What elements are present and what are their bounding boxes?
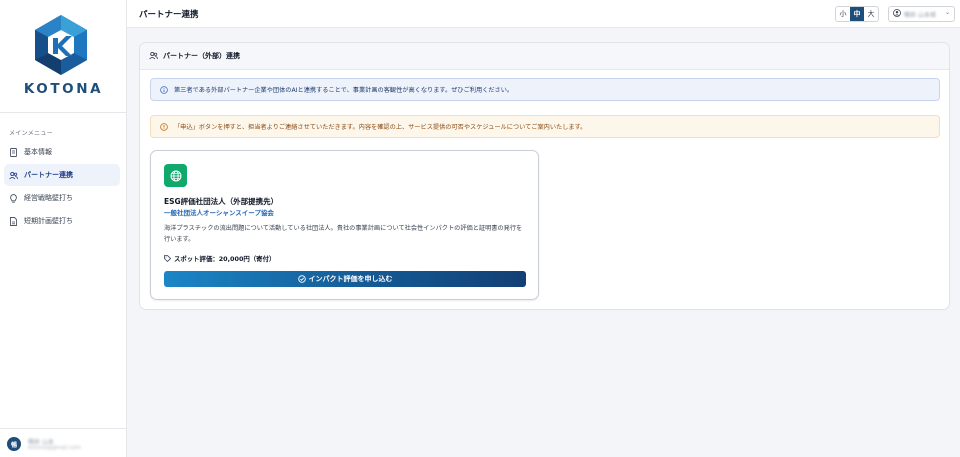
info-icon [160,85,168,94]
globe-icon [164,164,187,187]
user-email: kotona@gmail.com [28,445,82,451]
card-organization: 一般社団法人オーシャンスイープ協会 [164,209,274,217]
sidebar-item-label: 短期計画壁打ち [24,217,73,225]
warning-icon [160,122,168,131]
font-size-toggle: 小 中 大 [835,6,879,22]
file-icon [9,216,18,226]
panel-header: パートナー（外部）連携 [140,43,949,70]
logo-area: KOTONA [0,0,127,113]
sidebar-user[interactable]: 暢 暢郎 山本 kotona@gmail.com [0,428,127,457]
partner-panel: パートナー（外部）連携 第三者である外部パートナー企業や団体のAIと連携すること… [139,42,950,310]
menu-heading: メインメニュー [9,130,53,137]
page-title: パートナー連携 [139,10,199,20]
users-icon [149,51,158,62]
sidebar-item-partner[interactable]: パートナー連携 [4,164,120,186]
users-icon [9,171,18,180]
user-menu-name: 暢郎 山本様 [904,11,936,19]
document-icon [9,147,18,157]
sidebar-item-strategy[interactable]: 経営戦略壁打ち [4,187,120,209]
warning-alert-text: 「申込」ボタンを押すと、担当者よりご連絡させていただきます。内容を確認の上、サー… [174,124,587,131]
user-circle-icon [893,9,901,19]
sidebar-item-label: パートナー連携 [24,171,73,179]
font-size-large-button[interactable]: 大 [864,7,878,21]
avatar: 暢 [7,437,21,451]
apply-impact-evaluation-button[interactable]: インパクト評価を申し込む [164,271,526,287]
partner-card: ESG評価社団法人（外部提携先） 一般社団法人オーシャンスイープ協会 海洋プラス… [150,150,539,300]
apply-button-label: インパクト評価を申し込む [308,275,393,283]
warning-alert: 「申込」ボタンを押すと、担当者よりご連絡させていただきます。内容を確認の上、サー… [150,115,940,138]
chevron-down-icon: ⌄ [944,9,950,16]
info-alert-text: 第三者である外部パートナー企業や団体のAIと連携することで、事業計画の客観性が高… [174,87,514,94]
sidebar-item-label: 経営戦略壁打ち [24,194,73,202]
font-size-medium-button[interactable]: 中 [850,7,864,21]
font-size-small-button[interactable]: 小 [836,7,850,21]
sidebar-item-label: 基本情報 [24,148,52,156]
card-title: ESG評価社団法人（外部提携先） [164,197,279,206]
user-menu-button[interactable]: 暢郎 山本様 ⌄ [888,6,955,22]
tag-icon [164,255,171,262]
info-alert: 第三者である外部パートナー企業や団体のAIと連携することで、事業計画の客観性が高… [150,78,940,101]
card-price: スポット評価：20,000円（寄付） [164,254,275,263]
sidebar-item-basic-info[interactable]: 基本情報 [4,141,120,163]
kotona-logo [35,15,87,75]
sidebar-item-short-term[interactable]: 短期計画壁打ち [4,210,120,232]
check-circle-icon [297,275,306,283]
card-price-text: スポット評価：20,000円（寄付） [174,255,276,263]
panel-title: パートナー（外部）連携 [163,52,240,60]
brand-name: KOTONA [23,81,104,97]
lightbulb-icon [9,193,18,203]
topbar: パートナー連携 小 中 大 暢郎 山本様 ⌄ [127,0,960,28]
sidebar: KOTONA メインメニュー 基本情報 パートナー連携 経営戦略壁打ち 短期計画… [0,0,127,457]
card-description: 海洋プラスチックの流出問題について活動している社団法人。貴社の事業計画について社… [164,225,523,243]
